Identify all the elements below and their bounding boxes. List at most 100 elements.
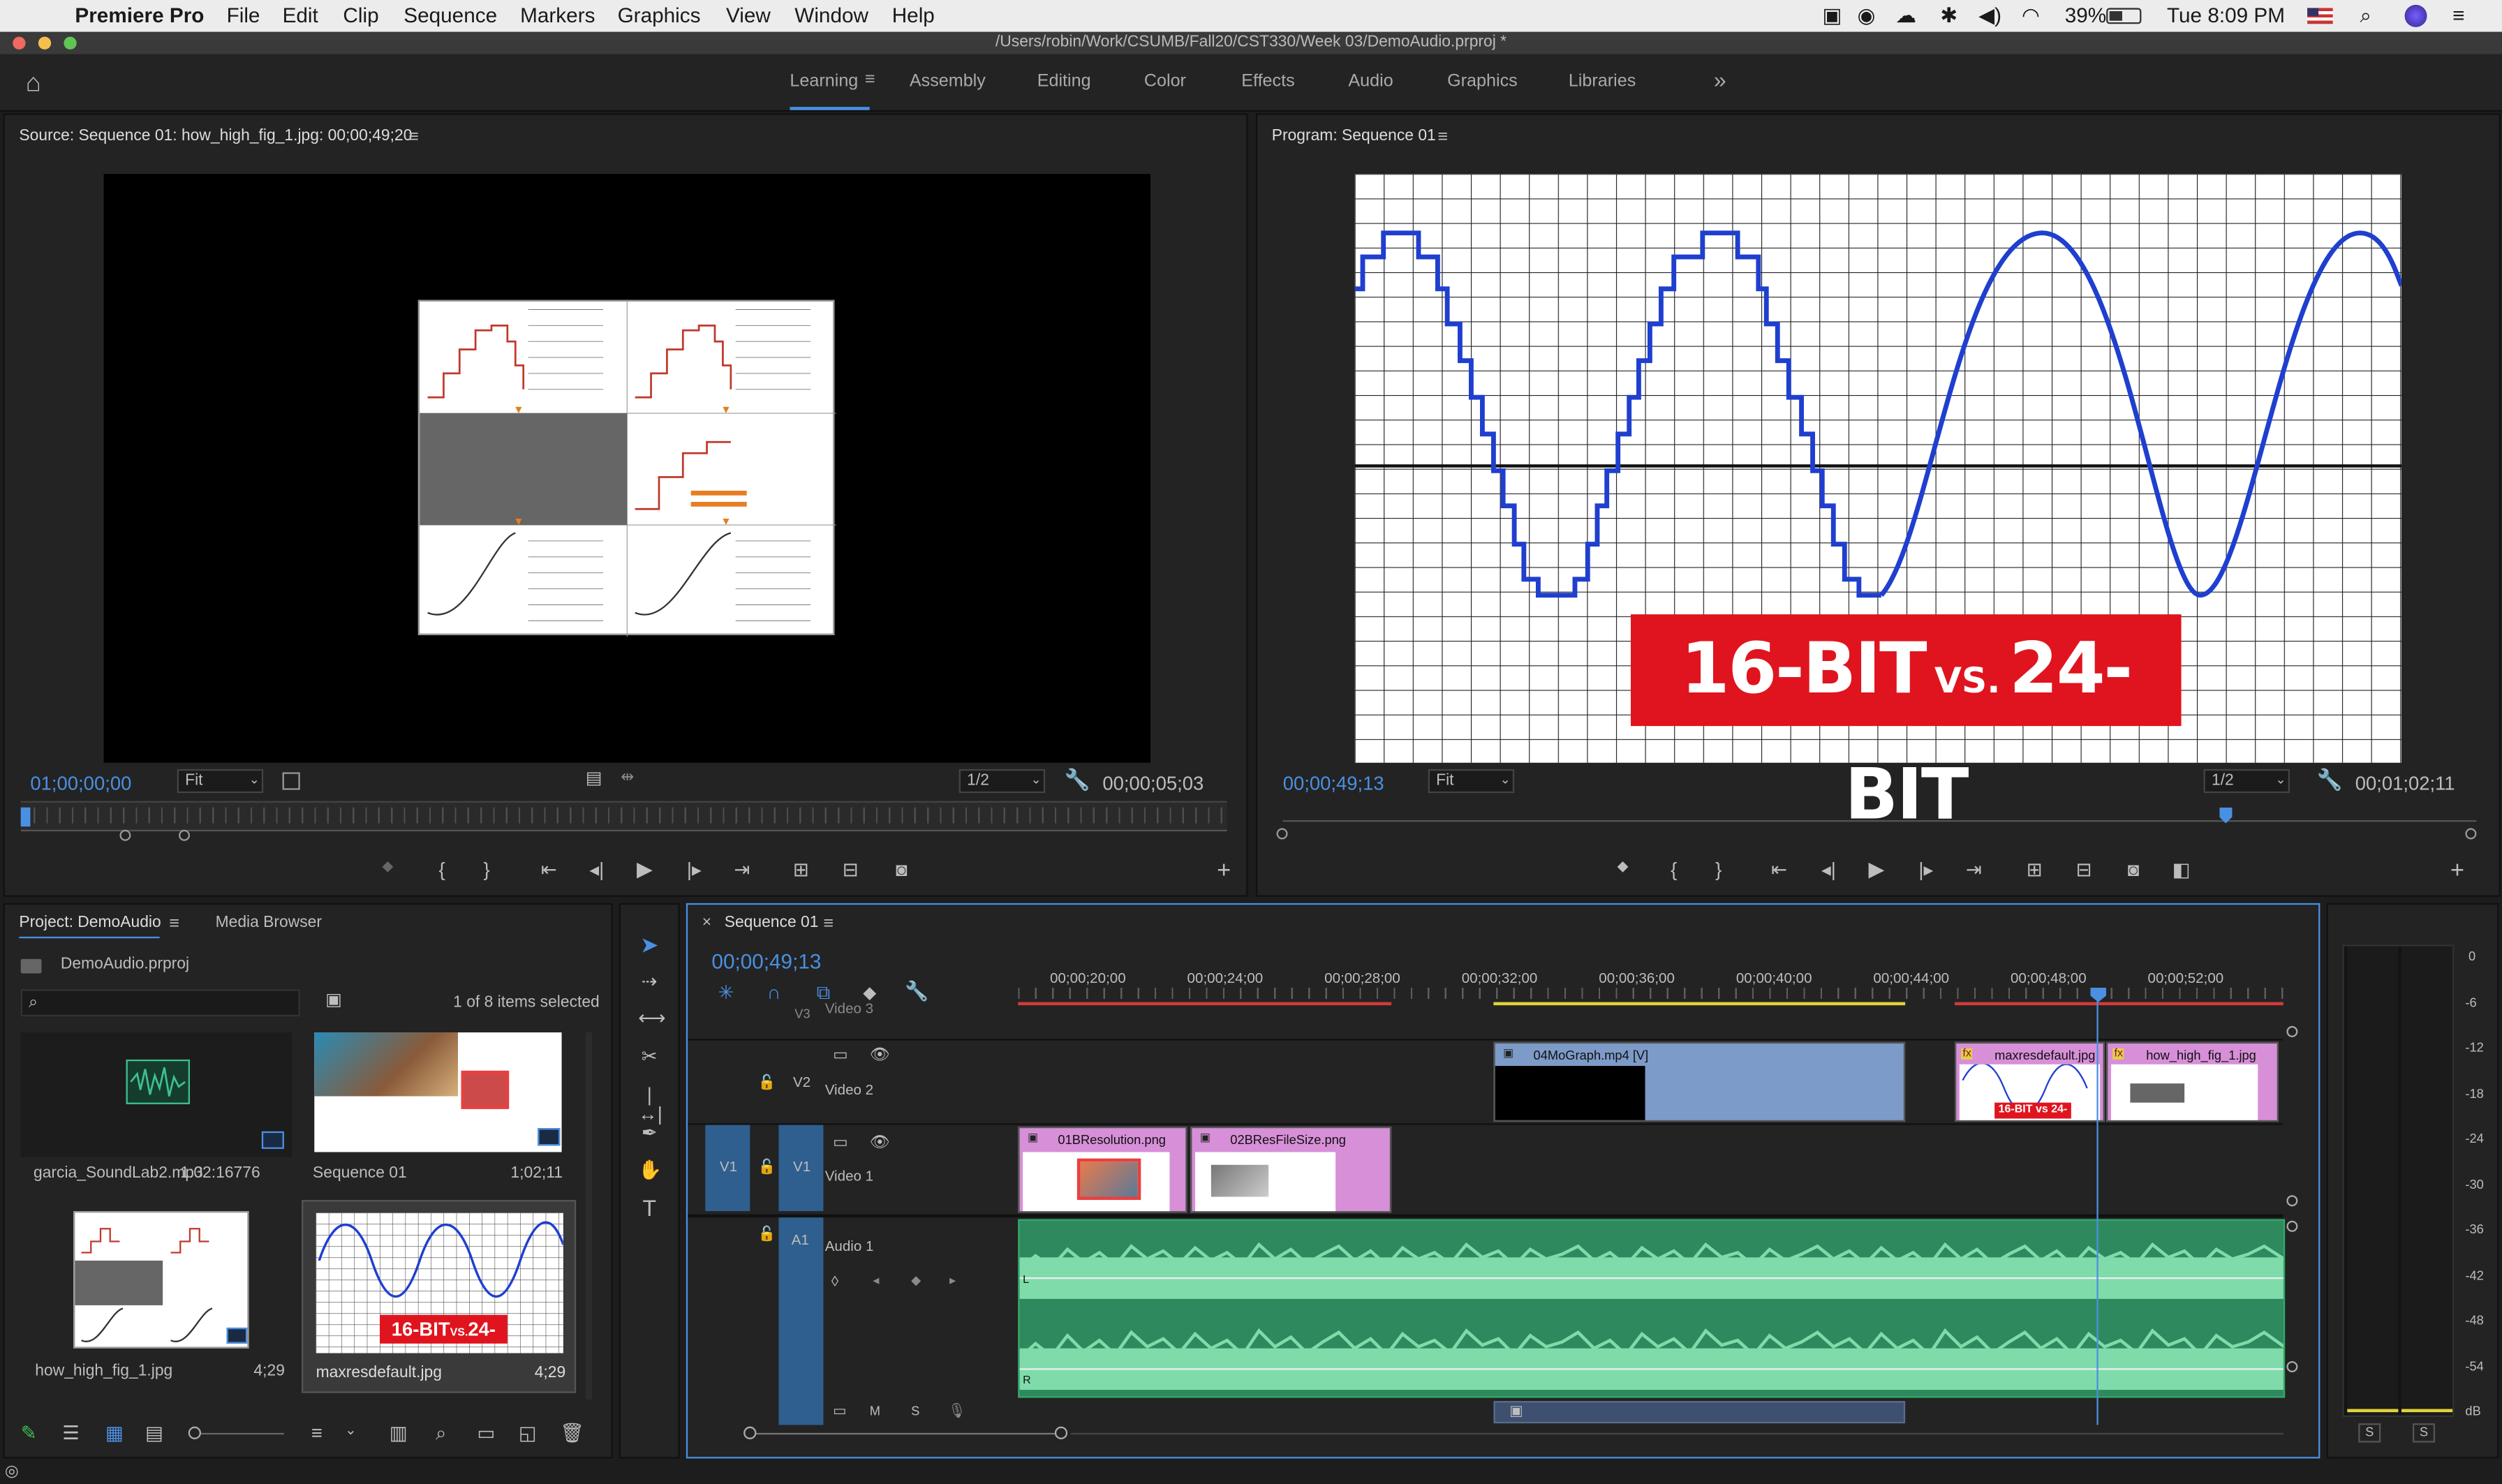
pen-icon[interactable]: ✒	[638, 1123, 660, 1142]
program-resolution-dropdown[interactable]: 1/2 ⌄	[2203, 769, 2290, 794]
source-patch-v1[interactable]: V1	[705, 1125, 750, 1212]
zoom-slider-handle[interactable]	[188, 1426, 201, 1439]
track-header-v1[interactable]: V1 🔓 V1 ▭ 👁 Video 1	[688, 1125, 1018, 1213]
linked-selection-icon[interactable]: ⧉	[812, 983, 834, 1002]
wifi-icon[interactable]: ◠	[2022, 5, 2040, 26]
track-header-a1[interactable]: 🔓 A1 Audio 1 ◊ ◂ ◆ ▸	[688, 1217, 1018, 1425]
program-video-frame[interactable]: 16-BIT VS. 24-BIT	[1354, 174, 2404, 836]
vscroll-handle[interactable]	[2286, 1025, 2298, 1037]
zoom-handle-left[interactable]	[1276, 828, 1288, 840]
camera-icon[interactable]: ◉	[1858, 5, 1876, 26]
eye-icon[interactable]: 👁	[870, 1048, 890, 1064]
program-menu-icon[interactable]: ≡	[1437, 128, 1448, 147]
battery-percent[interactable]: 39%	[2065, 5, 2106, 26]
settings-toggle-icon[interactable]	[282, 772, 300, 790]
lock-icon[interactable]: 🔓	[758, 1075, 776, 1090]
selection-tool-icon[interactable]: ➤	[638, 933, 660, 956]
add-button-icon[interactable]: +	[2446, 859, 2468, 882]
workspace-tab-color[interactable]: Color	[1144, 73, 1186, 91]
clip-02bresfilesize[interactable]: ▣ 02BResFileSize.png	[1190, 1126, 1392, 1213]
source-fit-dropdown[interactable]: Fit ⌄	[177, 769, 264, 794]
timeline-timecode[interactable]: 00;00;49;13	[711, 951, 821, 972]
icon-view-icon[interactable]: ▦	[105, 1423, 124, 1442]
program-time-ruler[interactable]	[1282, 820, 2477, 822]
play-icon[interactable]: ▶	[1865, 859, 1888, 880]
media-browser-tab[interactable]: Media Browser	[216, 915, 322, 932]
spotlight-icon[interactable]: ⌕	[2360, 5, 2372, 26]
workspace-tab-effects[interactable]: Effects	[1241, 73, 1294, 91]
project-scrollbar[interactable]	[585, 1032, 592, 1400]
clip-04mograph[interactable]: ▣ 04MoGraph.mp4 [V]	[1493, 1041, 1906, 1122]
sequence-menu-icon[interactable]: ≡	[823, 915, 834, 933]
solo-right-button[interactable]: S	[2412, 1423, 2435, 1443]
drag-video-icon[interactable]: ▤	[586, 770, 602, 788]
cloud-icon[interactable]: ☁	[1895, 5, 1916, 26]
marker-icon[interactable]: ⬥	[1612, 859, 1634, 876]
wrench-icon[interactable]: 🔧	[905, 981, 928, 1000]
out-point-icon[interactable]: }	[475, 860, 498, 879]
program-monitor-title[interactable]: Program: Sequence 01	[1272, 128, 1436, 145]
list-view-icon[interactable]: ☰	[62, 1423, 80, 1442]
freeform-view-icon[interactable]: ▤	[145, 1423, 163, 1442]
clock[interactable]: Tue 8:09 PM	[2167, 5, 2285, 26]
project-menu-icon[interactable]: ≡	[169, 915, 179, 933]
eye-icon[interactable]: 👁	[870, 1135, 890, 1152]
step-forward-icon[interactable]: |▸	[683, 860, 705, 879]
sync-lock-icon[interactable]: ▭	[833, 1048, 848, 1064]
find-icon[interactable]: ⌕	[436, 1423, 446, 1442]
zoom-handle-right[interactable]	[2465, 828, 2477, 840]
wrench-icon[interactable]: 🔧	[1065, 769, 1090, 790]
clip-01bresolution[interactable]: ▣ 01BResolution.png	[1018, 1126, 1187, 1213]
clip-audio-garcia[interactable]: L R	[1018, 1219, 2286, 1398]
add-button-icon[interactable]: +	[1213, 859, 1235, 882]
project-item-selected[interactable]: 16-BITVS.24-BIT maxresdefault.jpg 4;29	[301, 1200, 577, 1393]
source-resolution-dropdown[interactable]: 1/2 ⌄	[958, 769, 1046, 794]
workspace-tab-graphics[interactable]: Graphics	[1447, 73, 1518, 91]
clip-how-high[interactable]: fx how_high_fig_1.jpg	[2106, 1041, 2279, 1122]
go-to-out-icon[interactable]: ⇥	[1962, 860, 1985, 879]
track-header-v3[interactable]: V3 Video 3	[688, 1001, 1018, 1039]
timeline-zoom-bar[interactable]	[743, 1432, 1063, 1435]
hamburger-icon[interactable]: ≡	[865, 71, 875, 89]
workspace-tab-editing[interactable]: Editing	[1037, 73, 1091, 91]
siri-icon[interactable]	[2404, 4, 2427, 27]
volume-icon[interactable]: ◀)	[1978, 5, 2001, 26]
overwrite-icon[interactable]: ⊟	[839, 860, 861, 879]
zoom-handle-left[interactable]	[743, 1426, 757, 1439]
new-bin-icon[interactable]: ▭	[477, 1423, 495, 1442]
workspace-tab-libraries[interactable]: Libraries	[1569, 73, 1636, 91]
menu-markers[interactable]: Markers	[520, 5, 595, 26]
control-center-icon[interactable]: ≡	[2452, 5, 2464, 26]
menu-view[interactable]: View	[726, 5, 771, 26]
source-monitor-title[interactable]: Source: Sequence 01: how_high_fig_1.jpg:…	[19, 128, 412, 145]
timeline-scrollbar[interactable]	[1070, 1432, 2283, 1435]
track-select-icon[interactable]: ⇢	[638, 972, 660, 990]
track-label[interactable]: V2	[793, 1075, 810, 1090]
snap-icon[interactable]: ∩	[763, 983, 785, 1002]
add-keyframe-icon[interactable]: ◆	[911, 1274, 921, 1288]
menu-sequence[interactable]: Sequence	[404, 5, 497, 26]
source-menu-icon[interactable]: ≡	[408, 128, 419, 147]
vscroll-handle[interactable]	[2286, 1220, 2298, 1232]
lift-icon[interactable]: ⊞	[2023, 860, 2045, 879]
program-fit-dropdown[interactable]: Fit ⌄	[1428, 769, 1515, 794]
razor-icon[interactable]: ✂	[638, 1047, 660, 1066]
program-playhead-timecode[interactable]: 00;00;49;13	[1283, 774, 1384, 793]
lock-icon[interactable]: 🔓	[758, 1159, 776, 1175]
step-forward-icon[interactable]: |▸	[1915, 860, 1937, 879]
go-to-in-icon[interactable]: ⇤	[538, 860, 560, 879]
in-point-icon[interactable]: {	[431, 860, 453, 879]
step-back-icon[interactable]: ◂|	[1817, 860, 1840, 879]
sequence-tab[interactable]: Sequence 01	[725, 915, 819, 932]
home-icon[interactable]: ⌂	[26, 71, 41, 99]
battery-icon[interactable]	[2106, 8, 2142, 24]
in-point-icon[interactable]: {	[1663, 860, 1685, 879]
target-v1[interactable]: V1	[778, 1125, 824, 1212]
workspace-tab-learning[interactable]: Learning	[790, 73, 858, 91]
clip-maxresdefault[interactable]: fx maxresdefault.jpg 16-BIT vs 24-BIT	[1954, 1041, 2105, 1122]
workspace-tab-assembly[interactable]: Assembly	[910, 73, 986, 91]
menu-window[interactable]: Window	[794, 5, 868, 26]
export-frame-icon[interactable]: ◙	[2122, 860, 2145, 879]
source-playhead-timecode[interactable]: 01;00;00;00	[30, 774, 131, 793]
marker-icon[interactable]: ⬥	[376, 859, 399, 876]
